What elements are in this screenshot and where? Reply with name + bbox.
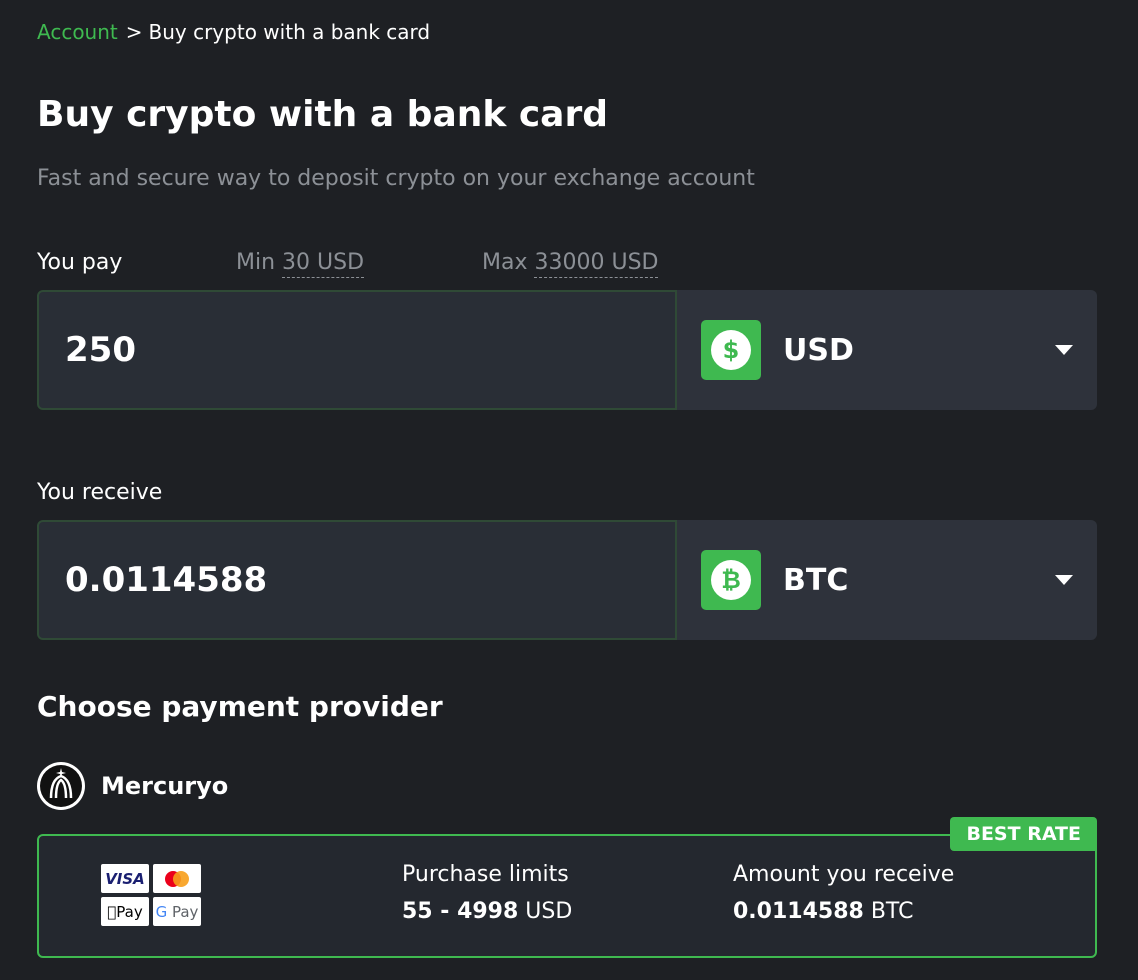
receive-currency-select[interactable]: ₿ BTC: [677, 520, 1097, 640]
amount-you-receive-value: 0.0114588 BTC: [733, 899, 914, 924]
provider-header: Mercuryo: [37, 762, 228, 810]
you-receive-label: You receive: [37, 480, 163, 505]
pay-currency-select[interactable]: $ USD: [677, 290, 1097, 410]
pay-amount-input[interactable]: [37, 290, 677, 410]
max-limit: Max 33000 USD: [482, 250, 659, 278]
min-limit: Min 30 USD: [236, 250, 365, 278]
max-limit-label: Max: [482, 250, 528, 275]
breadcrumb: Account > Buy crypto with a bank card: [37, 20, 430, 44]
chevron-down-icon: [1055, 575, 1073, 585]
visa-icon: VISA: [101, 864, 149, 893]
min-limit-label: Min: [236, 250, 276, 275]
max-limit-value[interactable]: 33000 USD: [534, 250, 659, 278]
receive-amount-input[interactable]: [37, 520, 677, 640]
amount-you-receive-label: Amount you receive: [733, 862, 955, 887]
bitcoin-icon: ₿: [701, 550, 761, 610]
you-pay-label: You pay: [37, 250, 123, 275]
page-subtitle: Fast and secure way to deposit crypto on…: [37, 166, 755, 191]
best-rate-badge: BEST RATE: [950, 817, 1097, 851]
breadcrumb-separator: >: [125, 20, 143, 44]
amount-you-receive: Amount you receive 0.0114588 BTC: [733, 862, 954, 924]
pay-currency-code: USD: [783, 332, 854, 368]
mercuryo-logo-icon: [37, 762, 85, 810]
page-title: Buy crypto with a bank card: [37, 94, 608, 135]
receive-currency-code: BTC: [783, 562, 849, 598]
provider-name: Mercuryo: [101, 772, 229, 800]
google-pay-icon: G Pay: [153, 897, 201, 926]
payment-methods: VISA Pay G Pay: [101, 864, 203, 926]
chevron-down-icon: [1055, 345, 1073, 355]
receive-row: ₿ BTC: [37, 520, 1097, 640]
breadcrumb-account-link[interactable]: Account: [37, 20, 118, 44]
min-limit-value[interactable]: 30 USD: [282, 250, 365, 278]
purchase-limits-label: Purchase limits: [402, 862, 569, 887]
mastercard-icon: [153, 864, 201, 893]
pay-row: $ USD: [37, 290, 1097, 410]
provider-option-mercuryo[interactable]: BEST RATE VISA Pay G Pay Purchase limit…: [37, 817, 1097, 958]
breadcrumb-current: Buy crypto with a bank card: [148, 20, 431, 44]
purchase-limits-value: 55 - 4998 USD: [402, 899, 573, 924]
dollar-icon: $: [701, 320, 761, 380]
purchase-limits: Purchase limits 55 - 4998 USD: [402, 862, 572, 924]
provider-section-title: Choose payment provider: [37, 690, 443, 723]
apple-pay-icon: Pay: [101, 897, 149, 926]
